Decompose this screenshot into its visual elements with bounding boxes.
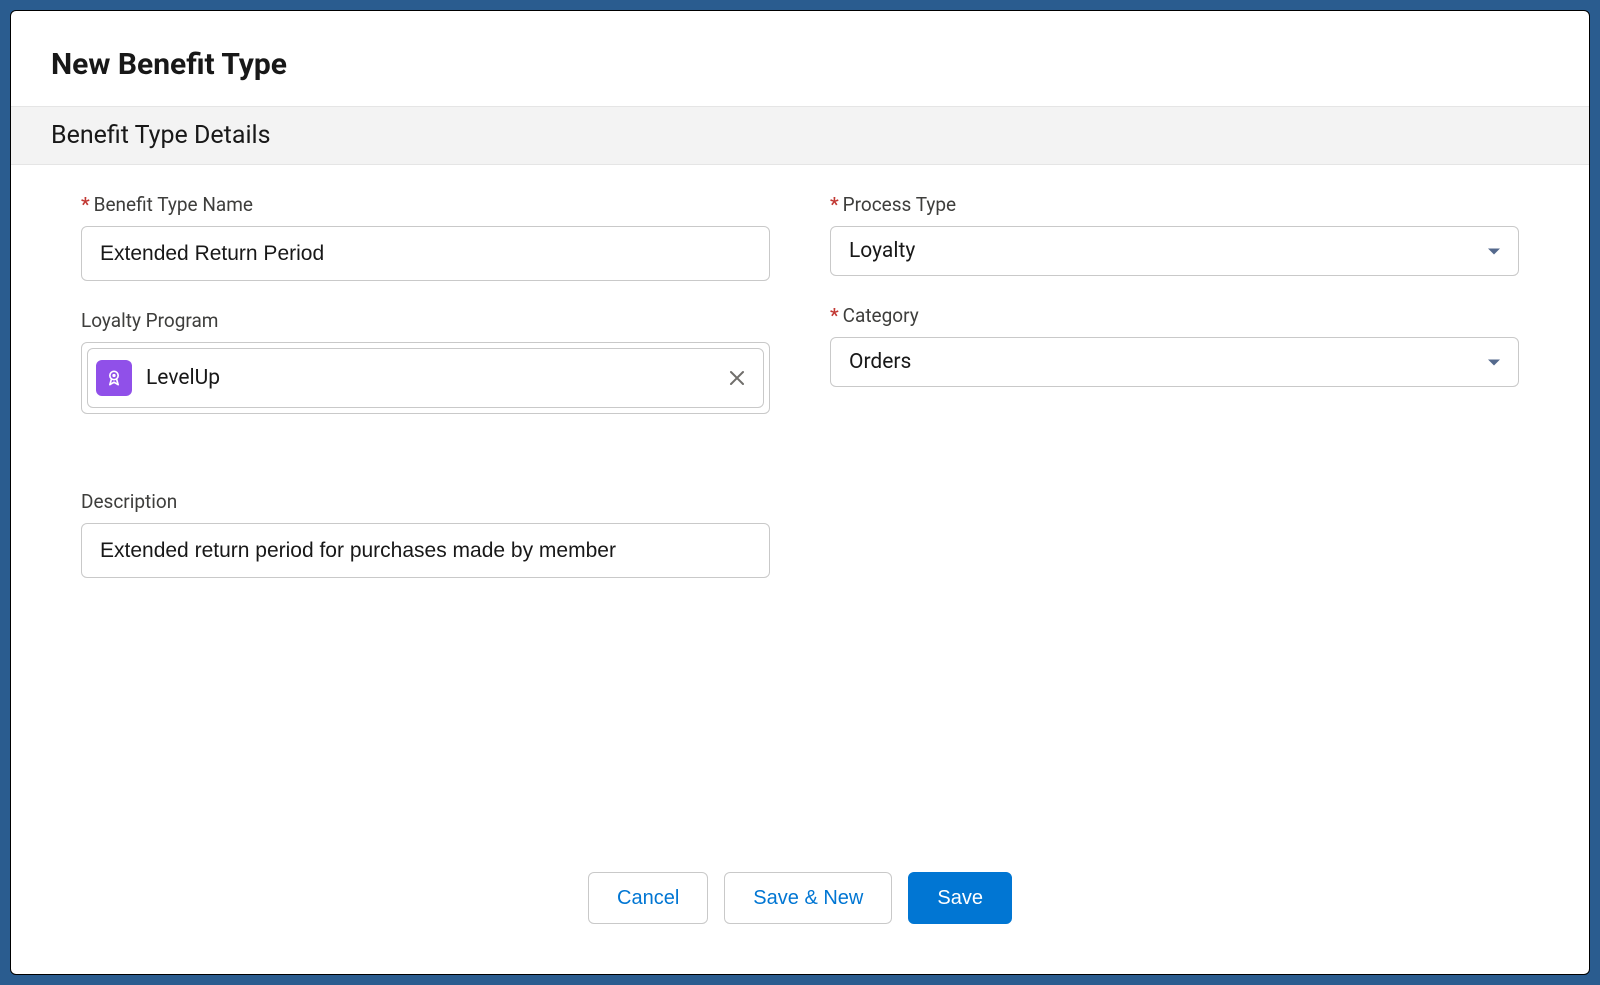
description-group: Description xyxy=(81,490,770,578)
benefit-type-name-label: * Benefit Type Name xyxy=(81,193,770,216)
save-and-new-button[interactable]: Save & New xyxy=(724,872,892,924)
loyalty-program-label: Loyalty Program xyxy=(81,309,770,332)
category-group: * Category Orders xyxy=(830,304,1519,387)
section-title: Benefit Type Details xyxy=(51,121,1549,150)
modal-header: New Benefit Type xyxy=(11,11,1589,106)
form-col-right: * Process Type Loyalty * xyxy=(830,193,1519,578)
category-select-wrapper: Orders xyxy=(830,337,1519,387)
remove-loyalty-program-icon[interactable] xyxy=(725,366,749,390)
modal-footer: Cancel Save & New Save xyxy=(11,842,1589,974)
cancel-button[interactable]: Cancel xyxy=(588,872,708,924)
process-type-group: * Process Type Loyalty xyxy=(830,193,1519,276)
loyalty-program-group: Loyalty Program LevelUp xyxy=(81,309,770,414)
loyalty-program-lookup[interactable]: LevelUp xyxy=(81,342,770,414)
description-label: Description xyxy=(81,490,770,513)
category-select[interactable]: Orders xyxy=(830,337,1519,387)
modal-title: New Benefit Type xyxy=(51,47,1549,82)
benefit-type-name-input[interactable] xyxy=(81,226,770,281)
section-header: Benefit Type Details xyxy=(11,106,1589,165)
save-button[interactable]: Save xyxy=(908,872,1012,924)
loyalty-program-icon xyxy=(96,360,132,396)
new-benefit-type-modal: New Benefit Type Benefit Type Details * … xyxy=(10,10,1590,975)
loyalty-program-value: LevelUp xyxy=(146,366,711,390)
required-indicator: * xyxy=(830,193,839,216)
process-type-label: * Process Type xyxy=(830,193,1519,216)
required-indicator: * xyxy=(830,304,839,327)
required-indicator: * xyxy=(81,193,90,216)
category-label: * Category xyxy=(830,304,1519,327)
form-col-left: * Benefit Type Name Loyalty Program xyxy=(81,193,770,578)
loyalty-program-pill: LevelUp xyxy=(87,348,764,408)
process-type-select[interactable]: Loyalty xyxy=(830,226,1519,276)
description-input[interactable] xyxy=(81,523,770,578)
form-body: * Benefit Type Name Loyalty Program xyxy=(11,165,1589,842)
benefit-type-name-group: * Benefit Type Name xyxy=(81,193,770,281)
process-type-select-wrapper: Loyalty xyxy=(830,226,1519,276)
